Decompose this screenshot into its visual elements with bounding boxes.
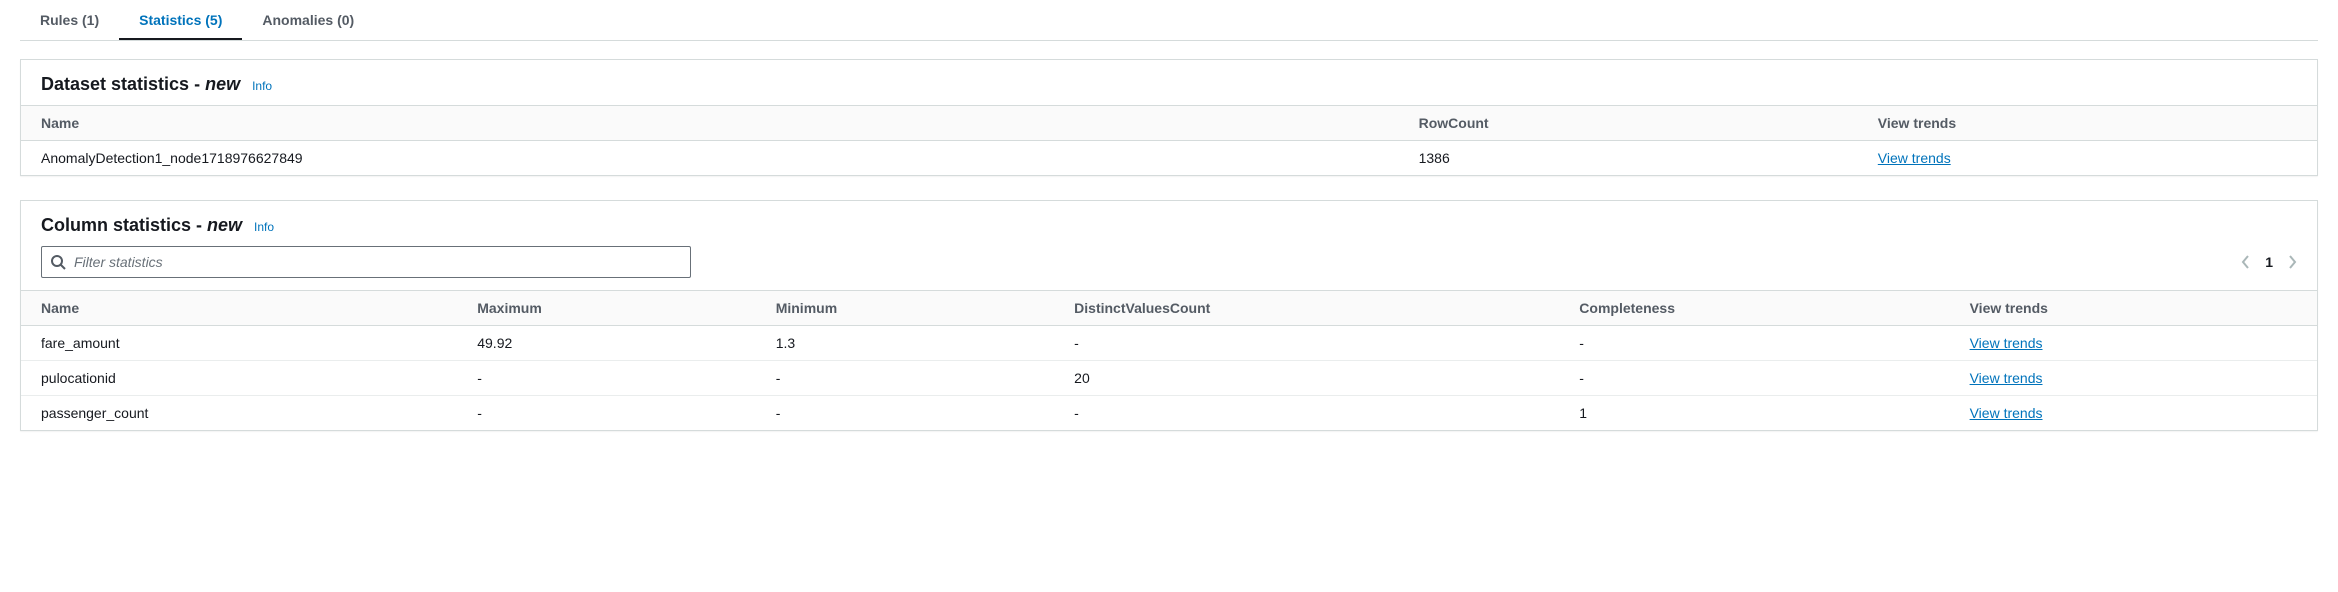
pagination: 1 [2241,254,2297,270]
column-col-complete: Completeness [1559,291,1949,326]
dataset-statistics-table: Name RowCount View trends AnomalyDetecti… [21,105,2317,175]
cell-distinct: - [1054,396,1559,431]
filter-statistics-input[interactable] [74,254,682,270]
dataset-title-new: new [205,74,240,94]
dataset-title-prefix: Dataset statistics - [41,74,205,94]
chevron-right-icon [2287,254,2297,270]
view-trends-link[interactable]: View trends [1970,335,2043,351]
table-row: pulocationid - - 20 - View trends [21,361,2317,396]
cell-complete: 1 [1559,396,1949,431]
tab-rules[interactable]: Rules (1) [20,0,119,40]
column-col-name: Name [21,291,457,326]
view-trends-link[interactable]: View trends [1878,150,1951,166]
dataset-col-name: Name [21,106,1399,141]
column-statistics-panel: Column statistics - new Info 1 Name Ma [20,200,2318,431]
tabs: Rules (1) Statistics (5) Anomalies (0) [20,0,2318,41]
view-trends-link[interactable]: View trends [1970,370,2043,386]
cell-min: - [756,396,1054,431]
dataset-col-rowcount: RowCount [1399,106,1858,141]
search-icon [50,254,66,270]
dataset-statistics-panel: Dataset statistics - new Info Name RowCo… [20,59,2318,176]
column-col-min: Minimum [756,291,1054,326]
column-col-max: Maximum [457,291,755,326]
cell-name: pulocationid [21,361,457,396]
column-title-prefix: Column statistics - [41,215,207,235]
cell-distinct: 20 [1054,361,1559,396]
table-row: AnomalyDetection1_node1718976627849 1386… [21,141,2317,176]
page-next[interactable] [2287,254,2297,270]
table-row: fare_amount 49.92 1.3 - - View trends [21,326,2317,361]
dataset-row-rowcount: 1386 [1399,141,1858,176]
dataset-panel-header: Dataset statistics - new Info [21,74,2317,105]
cell-distinct: - [1054,326,1559,361]
page-number: 1 [2265,254,2273,270]
column-statistics-table: Name Maximum Minimum DistinctValuesCount… [21,290,2317,430]
column-panel-header: Column statistics - new Info [21,215,2317,246]
tab-statistics[interactable]: Statistics (5) [119,0,242,40]
cell-name: passenger_count [21,396,457,431]
filter-row: 1 [21,246,2317,290]
cell-min: 1.3 [756,326,1054,361]
cell-complete: - [1559,326,1949,361]
filter-input-wrap[interactable] [41,246,691,278]
column-info-link[interactable]: Info [254,220,274,234]
tab-anomalies[interactable]: Anomalies (0) [242,0,374,40]
cell-max: - [457,396,755,431]
cell-max: 49.92 [457,326,755,361]
dataset-info-link[interactable]: Info [252,79,272,93]
column-col-distinct: DistinctValuesCount [1054,291,1559,326]
cell-min: - [756,361,1054,396]
dataset-row-name: AnomalyDetection1_node1718976627849 [21,141,1399,176]
dataset-col-trends: View trends [1858,106,2317,141]
chevron-left-icon [2241,254,2251,270]
column-col-trends: View trends [1950,291,2317,326]
cell-max: - [457,361,755,396]
column-title-new: new [207,215,242,235]
view-trends-link[interactable]: View trends [1970,405,2043,421]
table-row: passenger_count - - - 1 View trends [21,396,2317,431]
cell-name: fare_amount [21,326,457,361]
page-prev[interactable] [2241,254,2251,270]
cell-complete: - [1559,361,1949,396]
